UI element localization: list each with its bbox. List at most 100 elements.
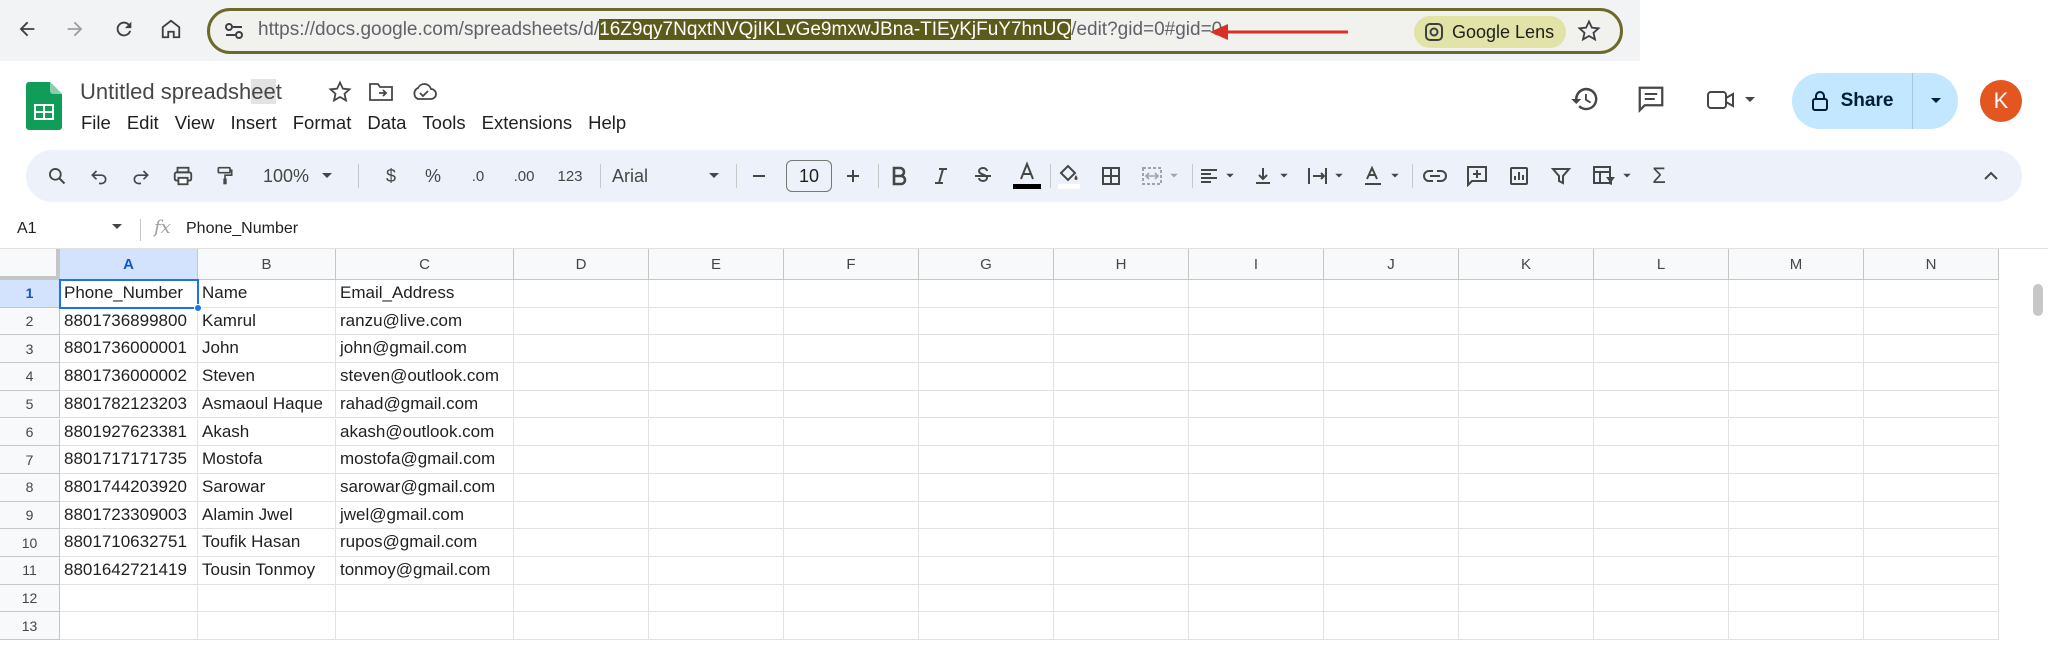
cell-f8[interactable] — [784, 473, 919, 502]
insert-comment-button[interactable] — [1462, 150, 1492, 202]
cell-n9[interactable] — [1864, 501, 1999, 530]
cell-b2[interactable]: Kamrul — [198, 307, 336, 336]
vertical-align-button[interactable] — [1248, 150, 1294, 202]
cell-e2[interactable] — [649, 307, 784, 336]
row-header-7[interactable]: 7 — [0, 446, 60, 474]
column-header-k[interactable]: K — [1459, 249, 1594, 280]
url-text[interactable]: https://docs.google.com/spreadsheets/d/1… — [258, 19, 1222, 41]
cell-c10[interactable]: rupos@gmail.com — [336, 529, 514, 557]
cell-d6[interactable] — [514, 418, 649, 447]
home-button[interactable] — [154, 12, 188, 46]
cell-h10[interactable] — [1054, 529, 1189, 557]
cell-m12[interactable] — [1729, 584, 1864, 613]
zoom-select[interactable]: 100% — [254, 150, 342, 202]
cell-e7[interactable] — [649, 446, 784, 474]
cell-g5[interactable] — [919, 390, 1054, 419]
insert-chart-button[interactable] — [1504, 150, 1534, 202]
menu-data[interactable]: Data — [367, 112, 406, 134]
cell-m8[interactable] — [1729, 473, 1864, 502]
cell-k3[interactable] — [1459, 335, 1594, 364]
cell-j13[interactable] — [1324, 612, 1459, 641]
strikethrough-button[interactable] — [968, 150, 998, 202]
forward-button[interactable] — [58, 12, 92, 46]
menu-format[interactable]: Format — [293, 112, 352, 134]
cell-h9[interactable] — [1054, 501, 1189, 530]
cell-i1[interactable] — [1189, 280, 1324, 308]
cell-c2[interactable]: ranzu@live.com — [336, 307, 514, 336]
merge-cells-button[interactable] — [1136, 150, 1184, 202]
cell-h13[interactable] — [1054, 612, 1189, 641]
row-header-8[interactable]: 8 — [0, 473, 60, 502]
cell-m1[interactable] — [1729, 280, 1864, 308]
cell-n13[interactable] — [1864, 612, 1999, 641]
column-header-g[interactable]: G — [919, 249, 1054, 280]
decrease-font-size-button[interactable] — [744, 150, 774, 202]
cell-j7[interactable] — [1324, 446, 1459, 474]
cell-a4[interactable]: 8801736000002 — [60, 363, 198, 391]
row-header-4[interactable]: 4 — [0, 363, 60, 391]
cell-c11[interactable]: tonmoy@gmail.com — [336, 557, 514, 585]
cell-k1[interactable] — [1459, 280, 1594, 308]
paint-format-button[interactable] — [210, 150, 240, 202]
cell-k12[interactable] — [1459, 584, 1594, 613]
cell-d5[interactable] — [514, 390, 649, 419]
cell-e12[interactable] — [649, 584, 784, 613]
cell-e11[interactable] — [649, 557, 784, 585]
cell-n6[interactable] — [1864, 418, 1999, 447]
cell-n10[interactable] — [1864, 529, 1999, 557]
column-header-f[interactable]: F — [784, 249, 919, 280]
cell-l2[interactable] — [1594, 307, 1729, 336]
increase-decimal-button[interactable]: .00 — [504, 150, 544, 202]
cell-e8[interactable] — [649, 473, 784, 502]
cell-j9[interactable] — [1324, 501, 1459, 530]
cell-k2[interactable] — [1459, 307, 1594, 336]
cell-d10[interactable] — [514, 529, 649, 557]
cell-b5[interactable]: Asmaoul Haque — [198, 390, 336, 419]
menu-insert[interactable]: Insert — [230, 112, 276, 134]
hide-menus-button[interactable] — [1976, 150, 2006, 202]
cell-b10[interactable]: Toufik Hasan — [198, 529, 336, 557]
cell-h8[interactable] — [1054, 473, 1189, 502]
cell-a2[interactable]: 8801736899800 — [60, 307, 198, 336]
reload-button[interactable] — [107, 12, 141, 46]
back-button[interactable] — [10, 12, 44, 46]
cell-a5[interactable]: 8801782123203 — [60, 390, 198, 419]
cell-m6[interactable] — [1729, 418, 1864, 447]
cell-h5[interactable] — [1054, 390, 1189, 419]
cell-g4[interactable] — [919, 363, 1054, 391]
cell-k6[interactable] — [1459, 418, 1594, 447]
cell-i8[interactable] — [1189, 473, 1324, 502]
cell-c5[interactable]: rahad@gmail.com — [336, 390, 514, 419]
fill-color-button[interactable] — [1052, 150, 1086, 202]
cell-a10[interactable]: 8801710632751 — [60, 529, 198, 557]
cell-i2[interactable] — [1189, 307, 1324, 336]
cell-n4[interactable] — [1864, 363, 1999, 391]
site-info-icon[interactable] — [220, 17, 248, 45]
cell-a7[interactable]: 8801717171735 — [60, 446, 198, 474]
cell-e4[interactable] — [649, 363, 784, 391]
functions-button[interactable]: Σ — [1644, 150, 1674, 202]
name-box-chevron-down-icon[interactable] — [111, 223, 123, 231]
cell-c12[interactable] — [336, 584, 514, 613]
cell-d12[interactable] — [514, 584, 649, 613]
cell-n11[interactable] — [1864, 557, 1999, 585]
undo-button[interactable] — [84, 150, 114, 202]
cell-j11[interactable] — [1324, 557, 1459, 585]
increase-font-size-button[interactable] — [838, 150, 868, 202]
cell-m13[interactable] — [1729, 612, 1864, 641]
cell-j10[interactable] — [1324, 529, 1459, 557]
cell-h3[interactable] — [1054, 335, 1189, 364]
cell-g13[interactable] — [919, 612, 1054, 641]
cell-d13[interactable] — [514, 612, 649, 641]
cell-c13[interactable] — [336, 612, 514, 641]
cell-h2[interactable] — [1054, 307, 1189, 336]
column-header-i[interactable]: I — [1189, 249, 1324, 280]
row-header-10[interactable]: 10 — [0, 529, 60, 557]
cell-f2[interactable] — [784, 307, 919, 336]
cell-i4[interactable] — [1189, 363, 1324, 391]
cell-d4[interactable] — [514, 363, 649, 391]
cell-c6[interactable]: akash@outlook.com — [336, 418, 514, 447]
cloud-status-icon[interactable] — [410, 80, 438, 104]
menu-help[interactable]: Help — [588, 112, 626, 134]
redo-button[interactable] — [126, 150, 156, 202]
